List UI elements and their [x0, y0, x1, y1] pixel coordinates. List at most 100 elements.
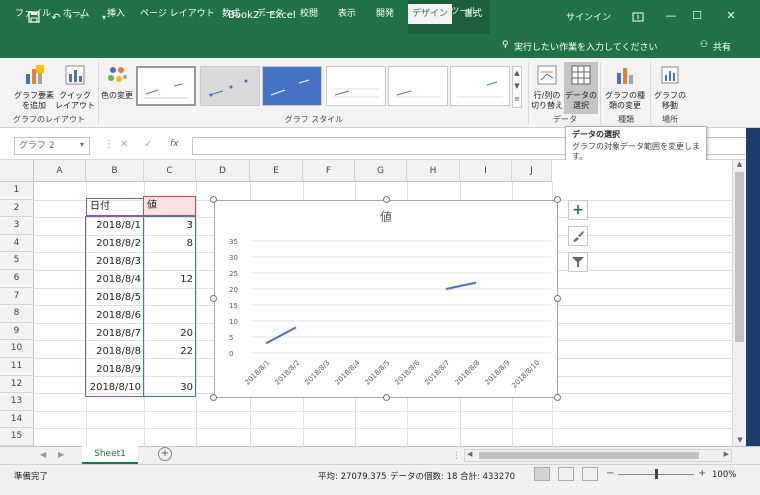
row-header[interactable]: 1 — [0, 182, 34, 200]
tell-me-box[interactable]: 実行したい作業を入力してください — [514, 40, 657, 53]
resize-handle[interactable] — [554, 196, 561, 203]
row-header[interactable]: 3 — [0, 217, 34, 235]
switch-row-column-button[interactable]: 行/列の切り替え — [530, 64, 564, 111]
column-header[interactable]: C — [144, 160, 196, 182]
tab-developer[interactable]: 開発 — [370, 4, 400, 24]
chart-styles-scroll[interactable]: ▲ ▼ ≡ — [512, 66, 522, 108]
share-button[interactable]: 共有 — [713, 40, 731, 53]
move-chart-button[interactable]: グラフの移動 — [652, 64, 688, 111]
line-chart[interactable]: 値 0 5 10 15 20 25 30 35 2018/8/1 2018/8/2 2018/8/3 2… — [214, 200, 558, 398]
row-header[interactable]: 9 — [0, 322, 34, 341]
chart-styles-button[interactable] — [568, 226, 588, 246]
tab-view[interactable]: 表示 — [332, 4, 362, 24]
column-header[interactable]: F — [303, 160, 355, 182]
row-header[interactable]: 10 — [0, 340, 34, 358]
tab-format[interactable]: 書式 — [458, 4, 488, 24]
new-sheet-icon[interactable]: + — [158, 447, 172, 461]
page-break-view-icon[interactable] — [582, 467, 598, 481]
insert-function-icon[interactable]: fx — [170, 139, 179, 149]
tab-insert[interactable]: 挿入 — [100, 4, 132, 24]
signin-link[interactable]: サインイン — [566, 10, 611, 23]
date-header-cell[interactable]: 日付 — [86, 198, 144, 216]
scroll-left-icon[interactable]: ◀ — [467, 450, 472, 458]
value-header-cell[interactable]: 値 — [143, 196, 196, 216]
column-header[interactable]: H — [407, 160, 460, 182]
change-chart-type-button[interactable]: グラフの種類の変更 — [602, 64, 648, 111]
tab-data[interactable]: データ — [254, 4, 286, 24]
resize-handle[interactable] — [383, 394, 390, 401]
chart-style-4[interactable] — [326, 66, 386, 106]
resize-handle[interactable] — [554, 394, 561, 401]
vertical-scroll-thumb[interactable] — [735, 172, 744, 342]
resize-handle[interactable] — [383, 196, 390, 203]
select-all-corner[interactable] — [0, 160, 34, 182]
scroll-down-icon[interactable]: ▼ — [733, 436, 747, 444]
scroll-right-icon[interactable]: ▶ — [724, 450, 729, 458]
name-box[interactable]: グラフ 2 — [14, 137, 90, 155]
tab-file[interactable]: ファイル — [14, 4, 52, 24]
zoom-out-icon[interactable]: − — [606, 468, 614, 479]
chart-style-6[interactable] — [450, 66, 510, 106]
normal-view-icon[interactable] — [534, 467, 550, 481]
column-header[interactable]: G — [355, 160, 407, 182]
row-header[interactable]: 4 — [0, 234, 34, 253]
vertical-scrollbar[interactable]: ▲ ▼ — [732, 160, 746, 446]
resize-handle[interactable] — [210, 295, 217, 302]
select-data-button[interactable]: データの選択 — [564, 62, 598, 114]
resize-handle[interactable] — [554, 295, 561, 302]
minimize-icon[interactable]: — — [664, 8, 678, 24]
column-header[interactable]: D — [196, 160, 250, 182]
column-header[interactable]: E — [250, 160, 303, 182]
row-header[interactable]: 15 — [0, 428, 34, 446]
zoom-level[interactable]: 100% — [712, 470, 736, 480]
prev-sheet-icon[interactable]: ◀ — [40, 450, 46, 459]
chart-style-5[interactable] — [388, 66, 448, 106]
row-header[interactable]: 12 — [0, 375, 34, 394]
zoom-in-icon[interactable]: + — [698, 468, 706, 479]
tab-split-icon[interactable]: ⋮ — [452, 451, 461, 461]
chart-elements-button[interactable]: + — [568, 200, 588, 220]
column-header[interactable]: A — [34, 160, 86, 182]
enter-formula-icon[interactable]: ✓ — [144, 139, 152, 150]
tell-me-icon[interactable]: ♀ — [502, 40, 509, 50]
scroll-up-icon[interactable]: ▲ — [733, 160, 746, 168]
next-sheet-icon[interactable]: ▶ — [58, 450, 64, 459]
column-header[interactable]: J — [512, 160, 552, 182]
tab-design[interactable]: デザイン — [408, 4, 452, 24]
row-header[interactable]: 11 — [0, 358, 34, 376]
row-header[interactable]: 5 — [0, 252, 34, 270]
chart-style-2[interactable] — [200, 66, 260, 106]
chart-style-3[interactable] — [262, 66, 322, 106]
row-header[interactable]: 2 — [0, 199, 34, 218]
resize-handle[interactable] — [210, 196, 217, 203]
change-colors-button[interactable]: 色の変更 — [100, 64, 134, 101]
ribbon-display-options-icon[interactable] — [630, 9, 646, 25]
page-layout-view-icon[interactable] — [558, 467, 574, 481]
row-header[interactable]: 8 — [0, 305, 34, 323]
resize-handle[interactable] — [210, 394, 217, 401]
row-header[interactable]: 14 — [0, 410, 34, 429]
tab-review[interactable]: 校閲 — [294, 4, 324, 24]
chart-filters-button[interactable] — [568, 252, 588, 272]
row-header[interactable]: 13 — [0, 393, 34, 411]
close-icon[interactable]: ✕ — [724, 8, 738, 24]
column-header[interactable]: B — [86, 160, 144, 182]
horizontal-scroll-thumb[interactable] — [479, 452, 699, 459]
tab-formulas[interactable]: 数式 — [216, 4, 246, 24]
share-icon[interactable]: ⚇ — [700, 40, 708, 50]
sheet-tab-sheet1[interactable]: Sheet1 — [82, 446, 138, 464]
tab-page-layout[interactable]: ページ レイアウト — [140, 4, 215, 24]
name-box-dropdown-icon[interactable]: ▾ — [80, 140, 84, 149]
zoom-slider-thumb[interactable] — [655, 469, 658, 479]
cancel-formula-icon[interactable]: ✕ — [120, 139, 128, 150]
formula-bar-more-icon[interactable]: ⋮ — [104, 139, 114, 150]
horizontal-scrollbar[interactable]: ◀ ▶ — [464, 449, 732, 462]
chart-style-1[interactable] — [136, 66, 196, 106]
quick-layout-button[interactable]: クイック レイアウト — [54, 64, 96, 111]
column-header[interactable]: I — [460, 160, 512, 182]
tab-home[interactable]: ホーム — [60, 4, 92, 24]
row-header[interactable]: 7 — [0, 287, 34, 306]
row-header[interactable]: 6 — [0, 270, 34, 288]
add-chart-element-button[interactable]: グラフ要素を追加 — [14, 64, 54, 111]
maximize-icon[interactable]: ☐ — [690, 8, 704, 24]
